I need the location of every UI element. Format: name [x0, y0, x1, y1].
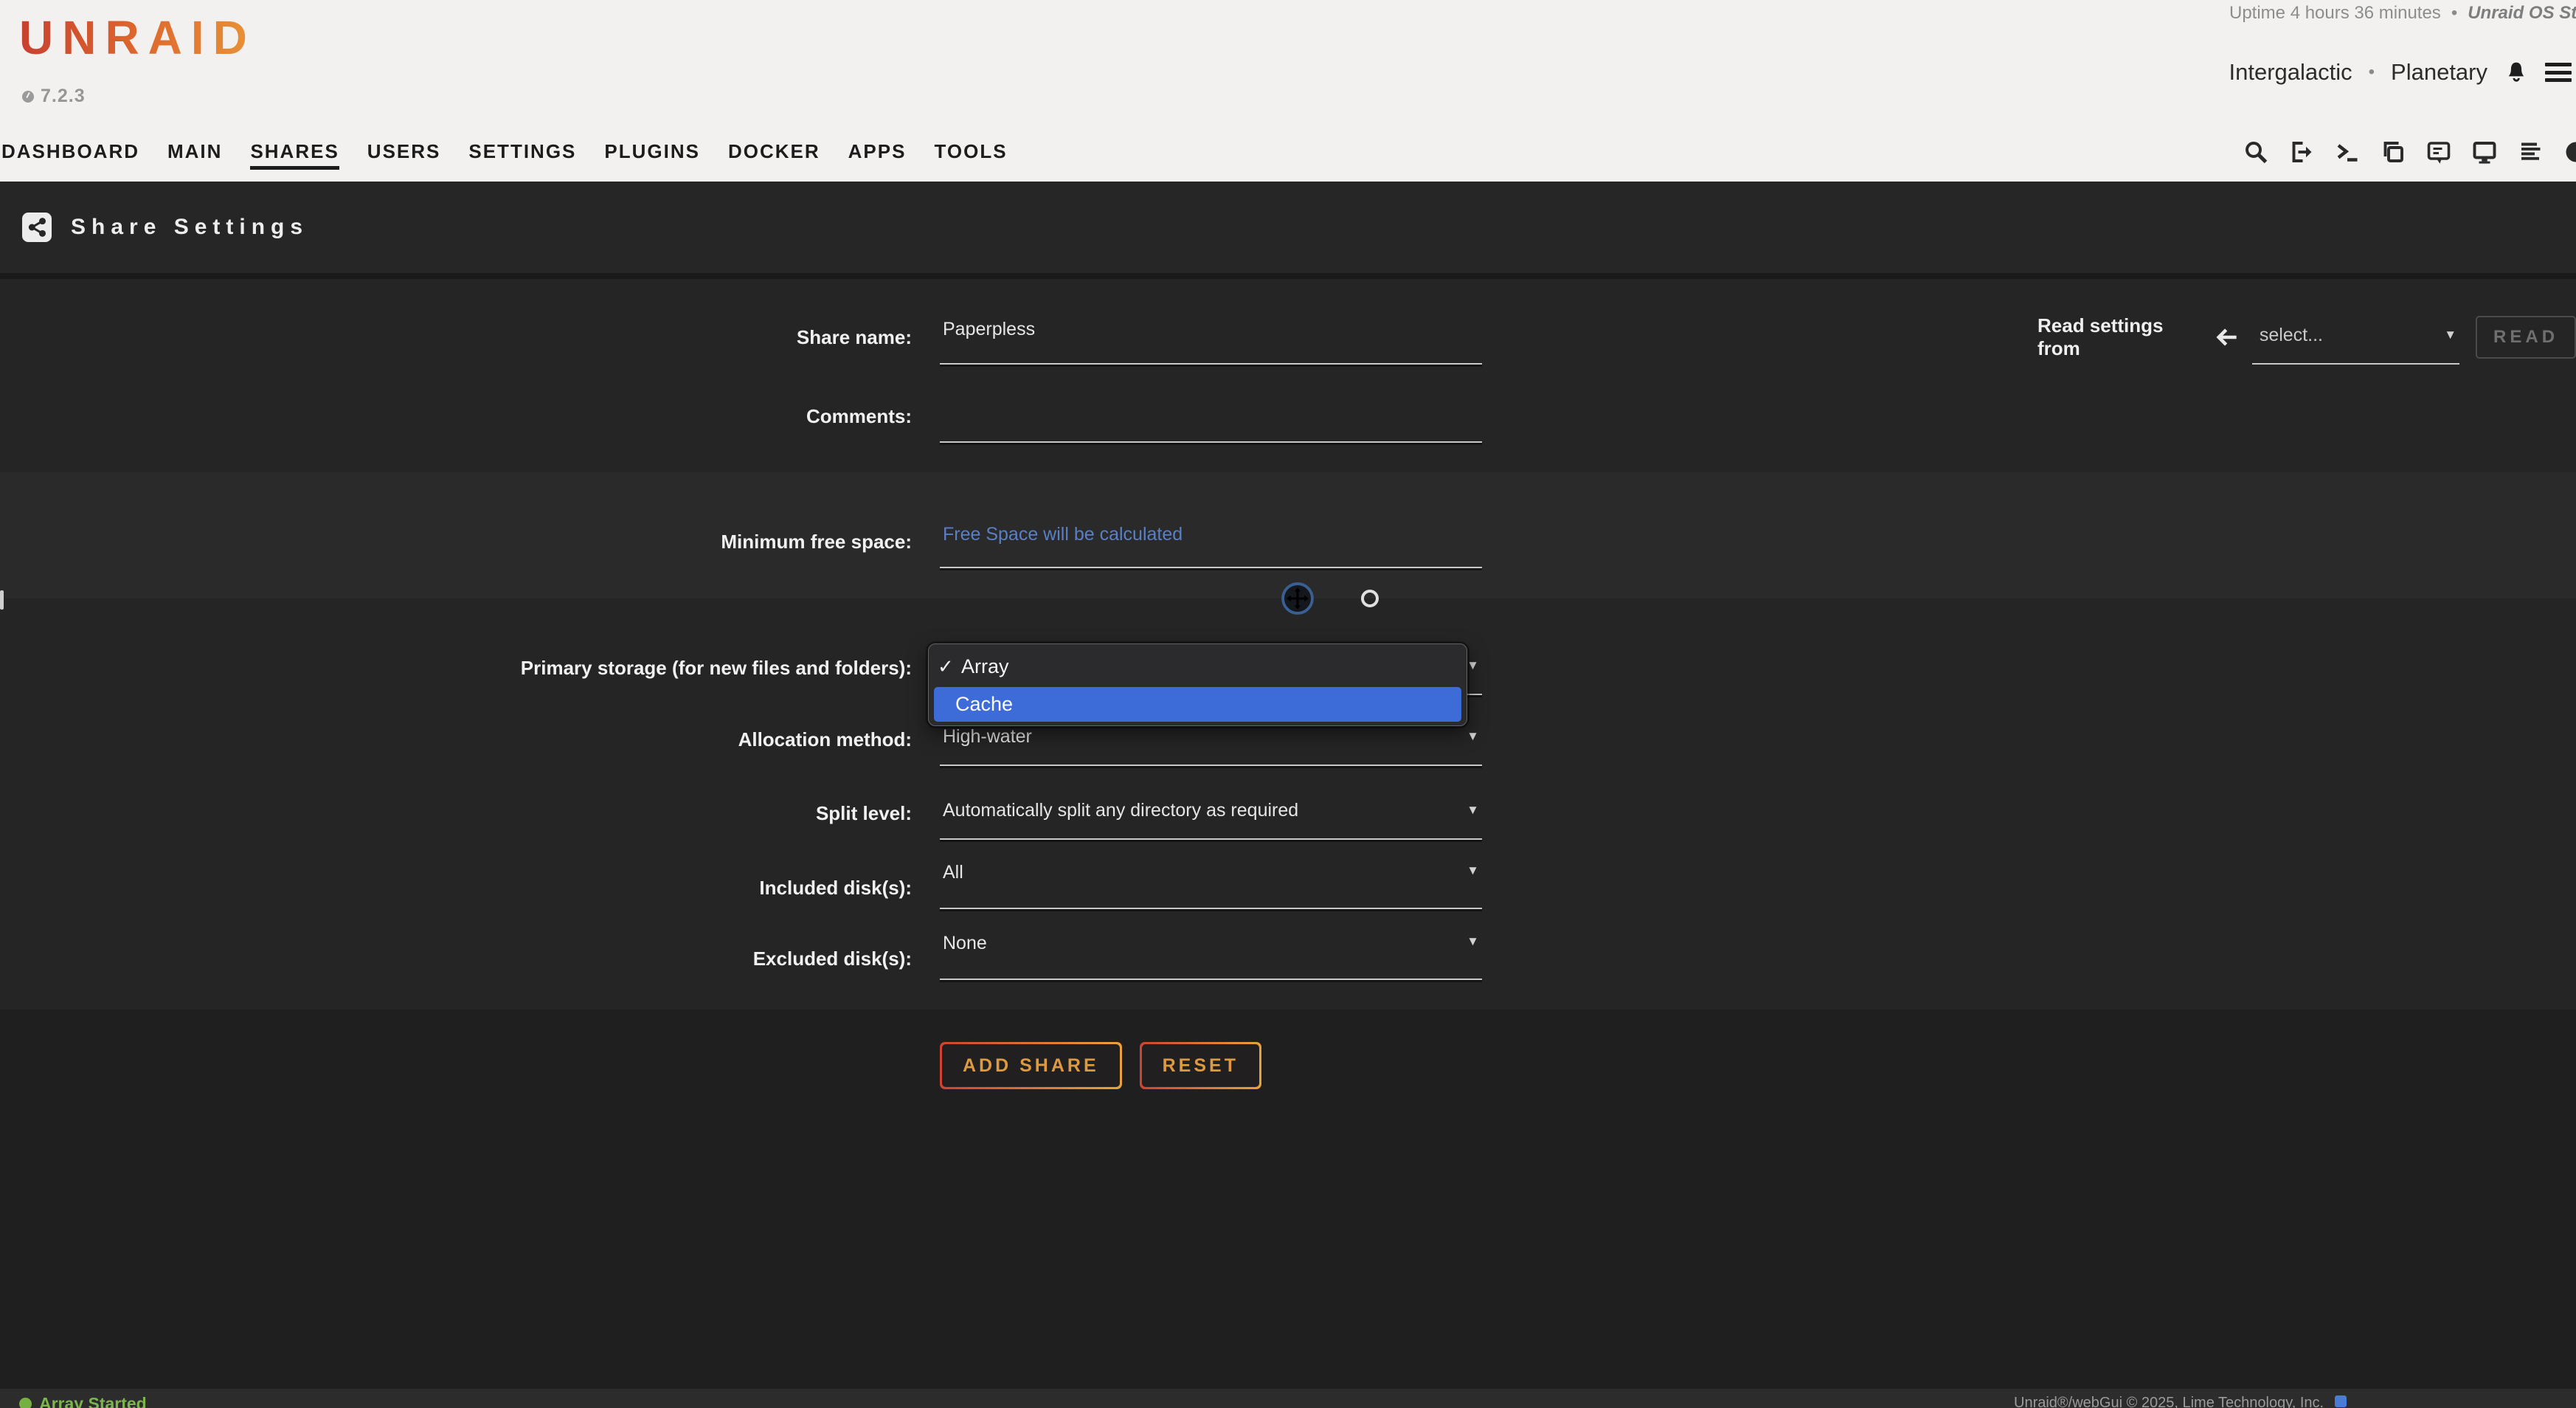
- server-identity: Intergalactic • Planetary: [2229, 59, 2572, 86]
- header: UNRAID 7.2.3 Uptime 4 hours 36 minutes •…: [0, 0, 2576, 182]
- read-settings-group: Read settings from select... ▼ READ: [2037, 310, 2576, 365]
- minimum-free-space-label: Minimum free space:: [0, 515, 912, 568]
- arrow-left-icon: [2215, 325, 2239, 349]
- page-title-bar: Share Settings: [0, 182, 2576, 273]
- chevron-down-icon: ▼: [1467, 729, 1479, 744]
- monitor-icon[interactable]: [2471, 139, 2498, 165]
- chevron-down-icon: ▼: [1467, 658, 1479, 673]
- scrollbar-artifact: [0, 590, 4, 610]
- comments-label: Comments:: [0, 390, 912, 443]
- chevron-down-icon: ▼: [1467, 803, 1479, 818]
- nav-item-apps[interactable]: APPS: [848, 139, 907, 170]
- version-row: 7.2.3: [22, 86, 86, 107]
- uptime-line: Uptime 4 hours 36 minutes • Unraid OS St…: [2229, 3, 2576, 24]
- reset-button-label: RESET: [1142, 1044, 1259, 1087]
- minimum-free-space-input[interactable]: [943, 524, 1459, 545]
- version-label: 7.2.3: [41, 86, 86, 107]
- allocation-method-label: Allocation method:: [0, 713, 912, 766]
- nav-item-shares[interactable]: SHARES: [250, 139, 339, 170]
- primary-storage-dropdown-popup: ✓ Array Cache: [928, 643, 1467, 726]
- server-name: Intergalactic: [2229, 59, 2352, 86]
- nav-item-dashboard[interactable]: DASHBOARD: [1, 139, 139, 170]
- feedback-icon[interactable]: [2426, 139, 2452, 165]
- theme-toggle-icon[interactable]: [2563, 139, 2576, 165]
- add-share-button-label: ADD SHARE: [942, 1044, 1120, 1087]
- array-status-text: Array Started: [39, 1394, 147, 1408]
- split-level-value: Automatically split any directory as req…: [943, 800, 1298, 821]
- click-indicator: [1361, 590, 1379, 607]
- split-level-select[interactable]: Automatically split any directory as req…: [940, 787, 1482, 840]
- comments-row: Comments:: [0, 390, 2576, 443]
- unraid-webgui: UNRAID 7.2.3 Uptime 4 hours 36 minutes •…: [0, 0, 2576, 1408]
- share-name-label: Share name:: [0, 310, 912, 365]
- read-settings-label: Read settings from: [2037, 314, 2205, 360]
- nav-item-main[interactable]: MAIN: [167, 139, 222, 170]
- chevron-down-icon: ▼: [1467, 934, 1479, 949]
- notifications-bell-icon[interactable]: [2504, 59, 2529, 86]
- array-status: Array Started: [19, 1394, 147, 1408]
- excluded-disks-select[interactable]: None ▼: [940, 927, 1482, 980]
- server-description: Planetary: [2391, 59, 2487, 86]
- allocation-method-value: High-water: [943, 726, 1032, 748]
- form-actions: ADD SHARE RESET: [940, 1042, 1261, 1089]
- included-disks-select[interactable]: All ▼: [940, 856, 1482, 909]
- move-cursor-icon: [1281, 582, 1315, 615]
- dropdown-option-cache[interactable]: Cache: [934, 687, 1461, 722]
- excluded-disks-row: Excluded disk(s): None ▼: [0, 927, 2576, 980]
- add-share-button[interactable]: ADD SHARE: [940, 1042, 1122, 1089]
- uptime-text: Uptime 4 hours 36 minutes: [2229, 3, 2441, 24]
- excluded-disks-value: None: [943, 933, 987, 954]
- read-settings-select-value: select...: [2260, 325, 2323, 346]
- chevron-down-icon: ▼: [1467, 863, 1479, 878]
- share-name-field-wrap: [940, 310, 1482, 365]
- dropdown-option-label: Cache: [955, 693, 1013, 716]
- nav-utility-icons: [2243, 139, 2576, 165]
- search-icon[interactable]: [2243, 139, 2269, 165]
- nav-item-docker[interactable]: DOCKER: [728, 139, 820, 170]
- split-level-row: Split level: Automatically split any dir…: [0, 787, 2576, 840]
- included-disks-value: All: [943, 862, 963, 883]
- hamburger-menu-icon[interactable]: [2545, 63, 2572, 82]
- logout-icon[interactable]: [2288, 139, 2315, 165]
- terminal-icon[interactable]: [2334, 139, 2361, 165]
- split-level-label: Split level:: [0, 787, 912, 840]
- dropdown-option-label: Array: [961, 655, 1009, 678]
- footer: Array Started Unraid®/webGui © 2025, Lim…: [0, 1389, 2576, 1408]
- server-separator: •: [2369, 62, 2375, 83]
- page-title: Share Settings: [71, 215, 308, 240]
- os-edition-label: Unraid OS Starter: [2468, 3, 2576, 24]
- main-nav: DASHBOARD MAIN SHARES USERS SETTINGS PLU…: [1, 139, 1008, 170]
- section-identity: [0, 279, 2576, 472]
- included-disks-label: Included disk(s):: [0, 856, 912, 909]
- footer-link-icon[interactable]: [2335, 1395, 2347, 1407]
- reset-button[interactable]: RESET: [1140, 1042, 1261, 1089]
- minimum-free-space-row: Minimum free space:: [0, 515, 2576, 568]
- divider: [0, 273, 2576, 279]
- log-icon[interactable]: [2517, 139, 2544, 165]
- included-disks-row: Included disk(s): All ▼: [0, 856, 2576, 909]
- comments-field-wrap: [940, 390, 1482, 443]
- version-icon: [22, 91, 34, 103]
- status-dot-icon: [19, 1398, 32, 1408]
- uptime-separator: •: [2451, 3, 2457, 24]
- excluded-disks-label: Excluded disk(s):: [0, 927, 912, 980]
- dropdown-option-array[interactable]: ✓ Array: [938, 649, 1009, 684]
- primary-storage-label: Primary storage (for new files and folde…: [0, 641, 912, 695]
- nav-item-tools[interactable]: TOOLS: [934, 139, 1007, 170]
- copy-windows-icon[interactable]: [2380, 139, 2406, 165]
- read-settings-select[interactable]: select... ▼: [2252, 310, 2459, 365]
- share-settings-icon: [22, 213, 52, 242]
- share-name-input[interactable]: [943, 319, 1459, 340]
- check-icon: ✓: [938, 655, 954, 678]
- read-button[interactable]: READ: [2476, 316, 2576, 359]
- nav-item-plugins[interactable]: PLUGINS: [604, 139, 700, 170]
- minimum-free-space-field-wrap: [940, 515, 1482, 568]
- chevron-down-icon: ▼: [2444, 328, 2456, 342]
- nav-item-users[interactable]: USERS: [367, 139, 441, 170]
- nav-item-settings[interactable]: SETTINGS: [468, 139, 576, 170]
- comments-input[interactable]: [943, 398, 1459, 420]
- unraid-logo[interactable]: UNRAID: [19, 10, 256, 65]
- copyright-text: Unraid®/webGui © 2025, Lime Technology, …: [2014, 1395, 2324, 1408]
